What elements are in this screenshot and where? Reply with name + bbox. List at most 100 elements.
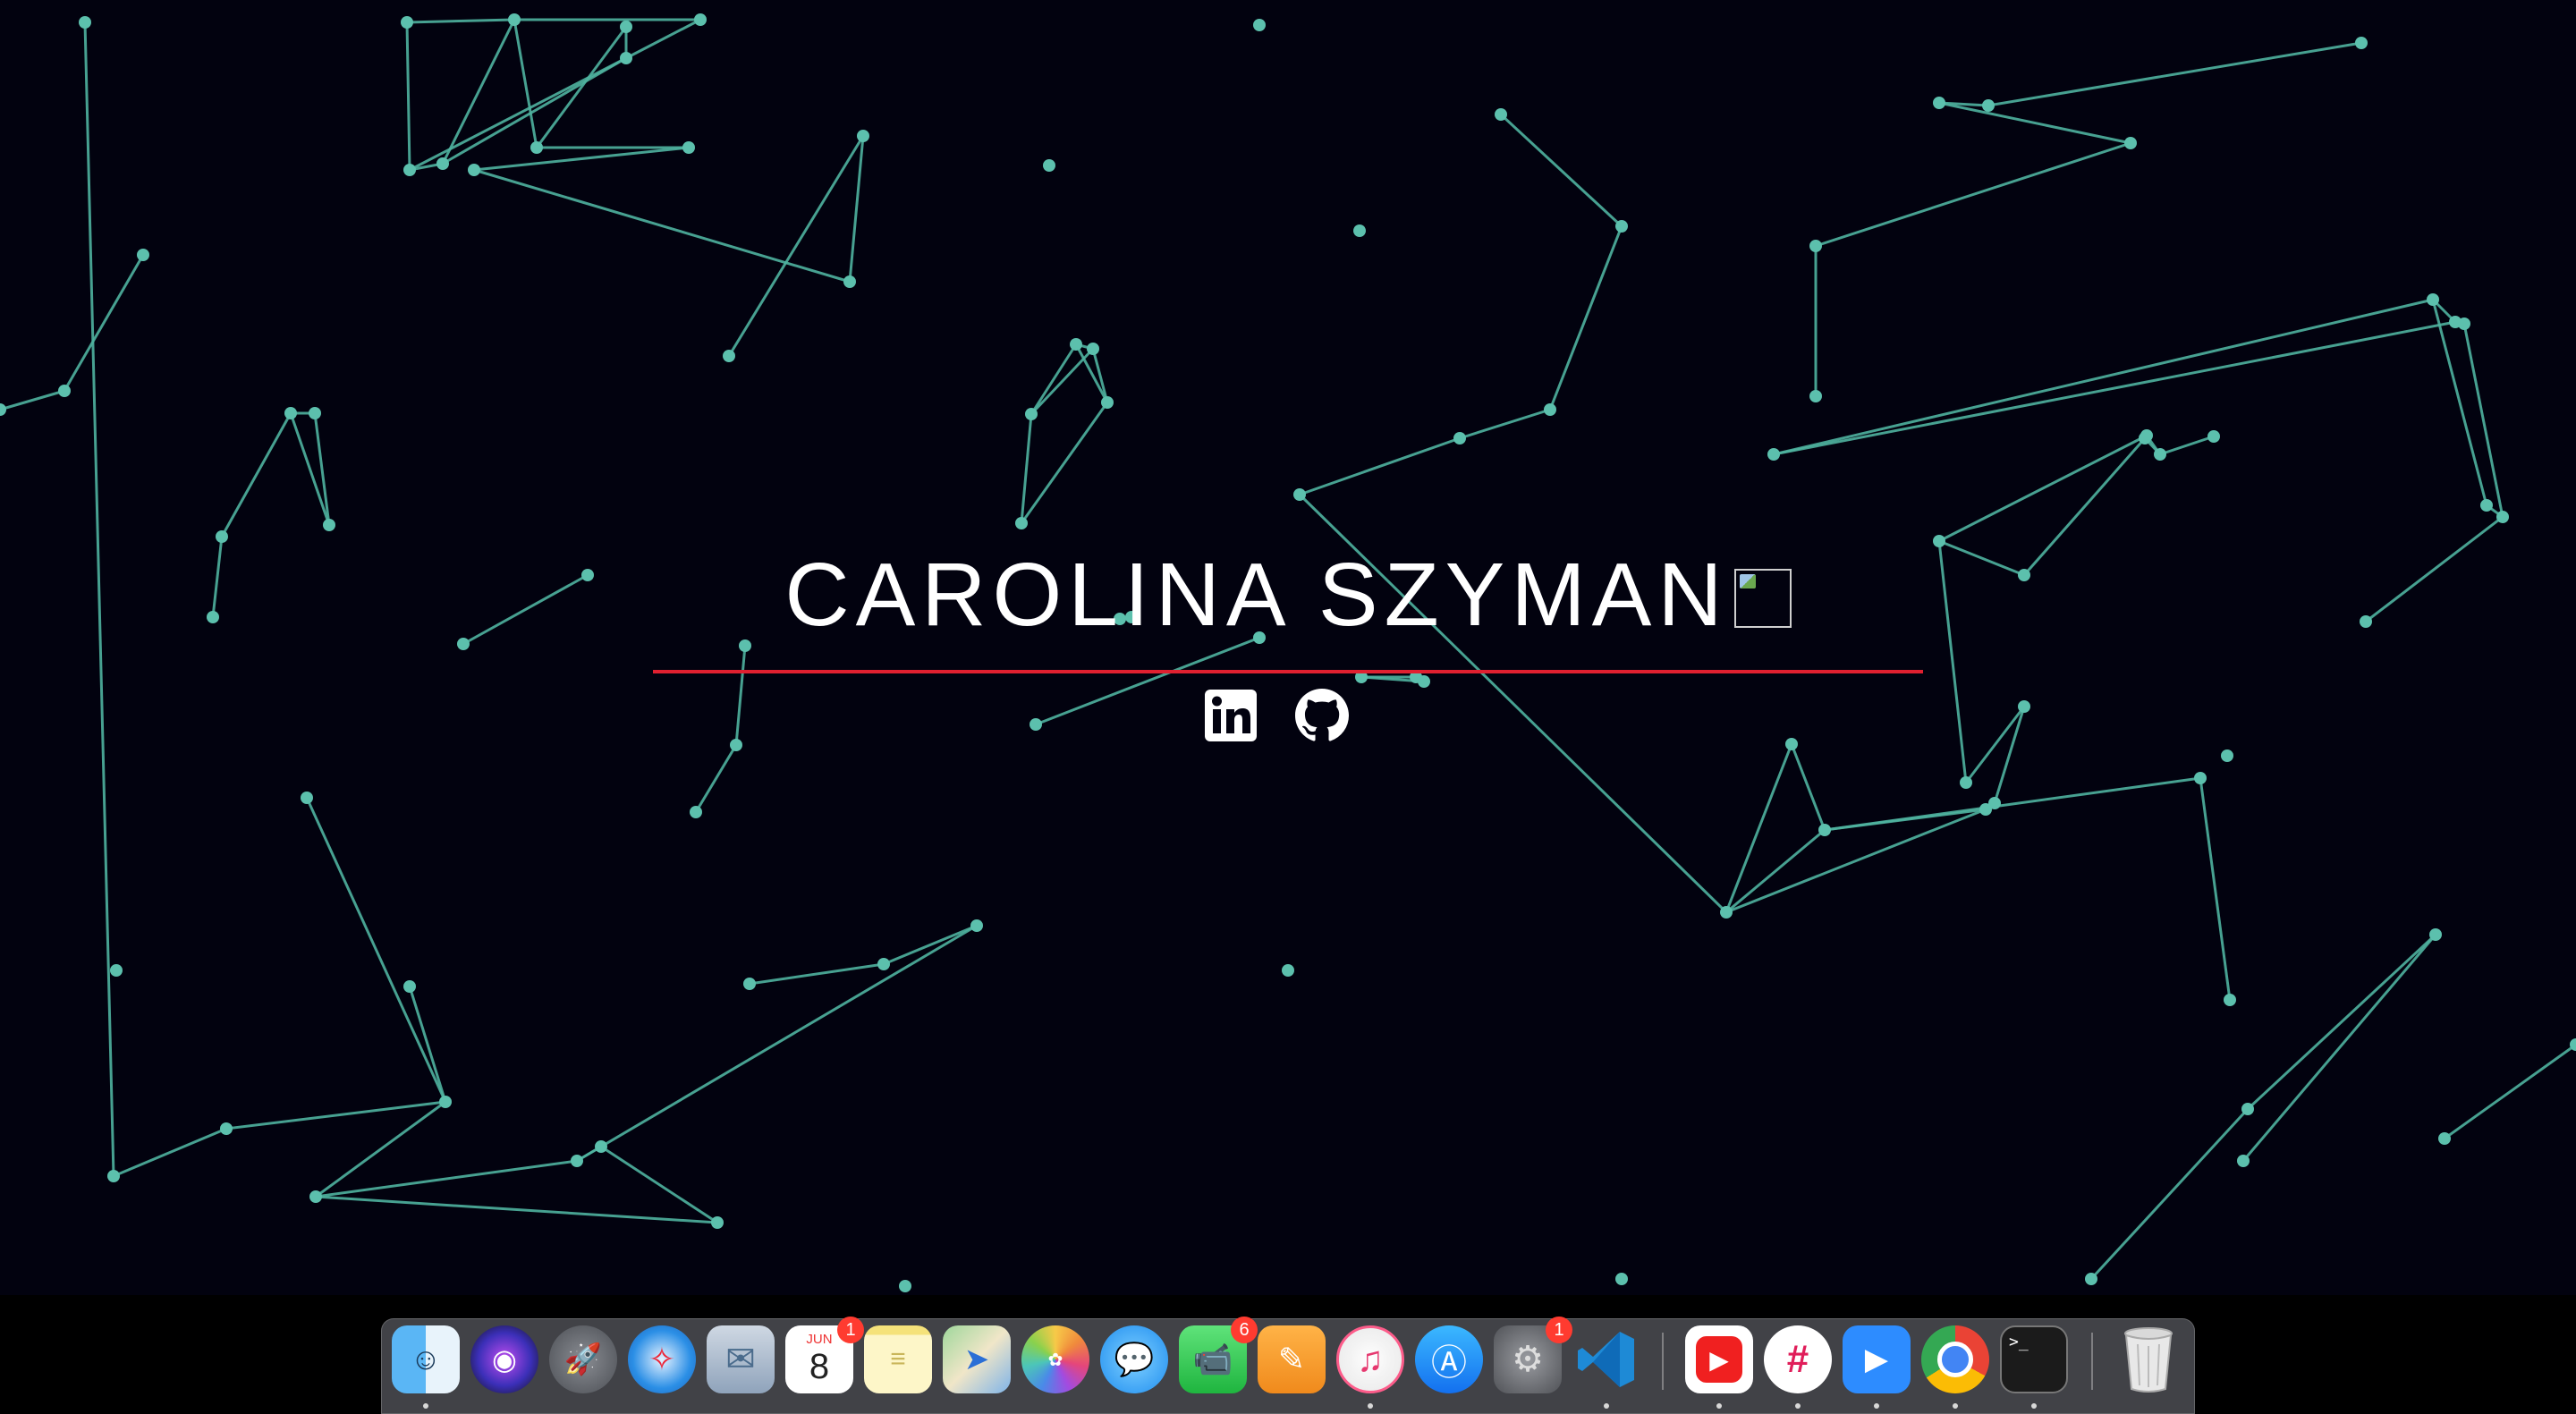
network-node (58, 385, 71, 397)
network-node (301, 792, 313, 804)
chrome-app[interactable] (1921, 1325, 1989, 1393)
itunes-app[interactable]: ♫ (1336, 1325, 1404, 1393)
app-store-icon: Ⓐ (1431, 1343, 1467, 1383)
running-indicator (1874, 1403, 1879, 1409)
linkedin-link[interactable] (1204, 689, 1258, 742)
network-edge (1299, 436, 1461, 496)
github-icon (1295, 689, 1349, 741)
network-edge (2089, 1107, 2250, 1281)
network-edge (315, 1159, 578, 1198)
network-node (530, 141, 543, 154)
network-node (2139, 432, 2151, 445)
network-node (309, 1190, 322, 1203)
calendar-app[interactable]: JUN 8 1 (785, 1317, 864, 1393)
notes-app[interactable]: ≡ (864, 1325, 932, 1393)
network-edge (1790, 743, 1826, 831)
zoom-app[interactable]: ▶ (1843, 1325, 1911, 1393)
youtube-app[interactable]: ▶ (1685, 1325, 1753, 1393)
youtube-icon: ▶ (1696, 1336, 1742, 1383)
app-store-app[interactable]: Ⓐ (1415, 1325, 1483, 1393)
network-node (2458, 318, 2470, 330)
photos-app[interactable]: ✿ (1021, 1325, 1089, 1393)
broken-image-icon (1733, 569, 1792, 628)
network-node (1933, 97, 1945, 109)
network-node (137, 249, 149, 261)
network-node (711, 1216, 724, 1229)
network-edge (1499, 113, 1623, 228)
network-node (2124, 137, 2137, 149)
network-node (1809, 390, 1822, 402)
network-node (1979, 803, 1992, 816)
pages-app[interactable]: ✎ (1258, 1325, 1326, 1393)
network-node (284, 407, 297, 419)
launchpad-app[interactable]: 🚀 (549, 1325, 617, 1393)
network-node (1767, 448, 1780, 461)
messages-icon: 💬 (1114, 1341, 1155, 1377)
zoom-icon: ▶ (1864, 1342, 1889, 1376)
hero: CAROLINA SZYMAN (0, 537, 2576, 653)
network-edge (2159, 435, 2215, 456)
network-node (857, 130, 869, 142)
network-node (1615, 1273, 1628, 1285)
network-edge (1964, 706, 2026, 783)
running-indicator (1716, 1403, 1722, 1409)
siri-app[interactable]: ◉ (470, 1325, 538, 1393)
network-edge (1938, 101, 2131, 145)
running-indicator (1795, 1403, 1801, 1409)
network-node (323, 519, 335, 531)
messages-app[interactable]: 💬 (1100, 1325, 1168, 1393)
system-preferences-app[interactable]: ⚙ 1 (1494, 1317, 1572, 1393)
github-link[interactable] (1295, 689, 1349, 742)
network-node (877, 958, 890, 970)
network-edge (625, 18, 701, 60)
safari-app[interactable]: ✧ (628, 1325, 696, 1393)
network-node (1087, 343, 1099, 355)
trash-app[interactable] (2114, 1325, 2182, 1393)
network-node (1785, 738, 1798, 750)
network-node (571, 1155, 583, 1167)
network-node (2221, 749, 2233, 762)
portfolio-page: CAROLINA SZYMAN (0, 0, 2576, 1295)
network-node (2496, 511, 2509, 523)
network-node (403, 980, 416, 993)
network-edge (535, 26, 628, 148)
running-indicator (423, 1403, 428, 1409)
network-edge (2199, 777, 2232, 1001)
finder-app[interactable]: ☺ (392, 1325, 460, 1393)
pages-icon: ✎ (1277, 1341, 1306, 1377)
network-node (1282, 964, 1294, 977)
mail-app[interactable]: ✉ (707, 1325, 775, 1393)
network-node (2427, 293, 2439, 306)
running-indicator (2031, 1403, 2037, 1409)
mail-icon: ✉ (725, 1340, 756, 1379)
network-node (468, 164, 480, 176)
network-node (620, 52, 632, 64)
network-node (1495, 108, 1507, 121)
network-edge (734, 645, 747, 746)
network-node (694, 13, 707, 26)
network-edge (1459, 408, 1551, 440)
terminal-app[interactable]: >_ (2000, 1325, 2068, 1393)
network-node (1015, 517, 1028, 529)
network-node (1818, 824, 1831, 836)
network-edge (727, 135, 865, 357)
network-node (620, 21, 632, 33)
network-edge (405, 21, 411, 171)
network-node (2480, 499, 2493, 512)
network-edge (220, 412, 292, 538)
slack-app[interactable]: # (1764, 1325, 1832, 1393)
maps-app[interactable]: ➤ (943, 1325, 1011, 1393)
terminal-icon: >_ (2009, 1333, 2029, 1351)
network-node (1960, 776, 1972, 789)
trash-icon (2124, 1327, 2173, 1393)
vscode-app[interactable] (1572, 1325, 1640, 1393)
network-node (2241, 1103, 2254, 1115)
network-node (1353, 224, 1366, 237)
network-edge (1987, 41, 2362, 107)
network-edge (1724, 743, 1793, 913)
network-node (2207, 430, 2220, 443)
network-node (682, 141, 695, 154)
network-edge (2462, 323, 2504, 518)
network-node (0, 403, 6, 416)
facetime-app[interactable]: 📹 6 (1179, 1317, 1258, 1393)
